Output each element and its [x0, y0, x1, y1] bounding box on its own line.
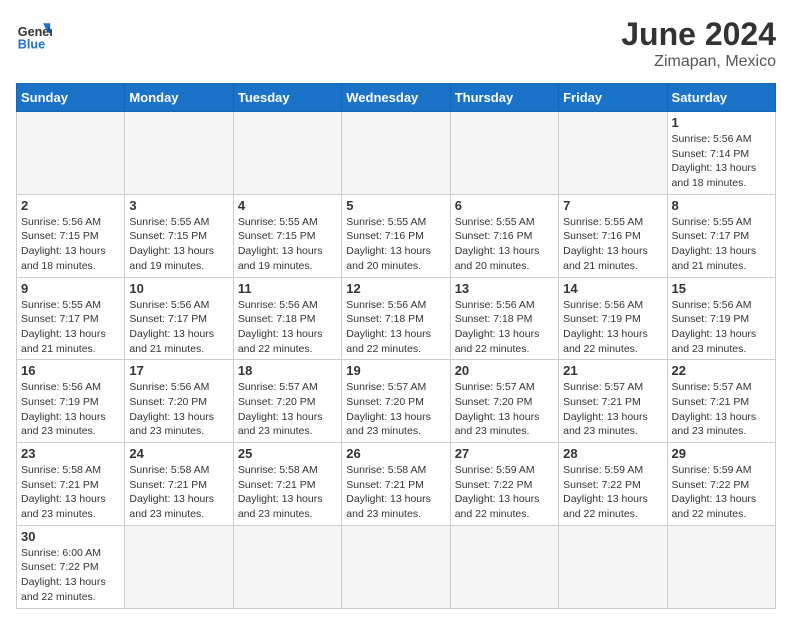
day-15: 15 Sunrise: 5:56 AMSunset: 7:19 PMDaylig… [667, 277, 775, 360]
empty-cell [125, 525, 233, 608]
header-monday: Monday [125, 84, 233, 112]
day-26: 26 Sunrise: 5:58 AMSunset: 7:21 PMDaylig… [342, 443, 450, 526]
empty-cell [342, 112, 450, 195]
day-8: 8 Sunrise: 5:55 AMSunset: 7:17 PMDayligh… [667, 194, 775, 277]
week-row-5: 23 Sunrise: 5:58 AMSunset: 7:21 PMDaylig… [17, 443, 776, 526]
day-25: 25 Sunrise: 5:58 AMSunset: 7:21 PMDaylig… [233, 443, 341, 526]
day-24: 24 Sunrise: 5:58 AMSunset: 7:21 PMDaylig… [125, 443, 233, 526]
week-row-2: 2 Sunrise: 5:56 AMSunset: 7:15 PMDayligh… [17, 194, 776, 277]
logo-icon: General Blue [16, 16, 52, 52]
day-28: 28 Sunrise: 5:59 AMSunset: 7:22 PMDaylig… [559, 443, 667, 526]
day-12: 12 Sunrise: 5:56 AMSunset: 7:18 PMDaylig… [342, 277, 450, 360]
empty-cell [559, 112, 667, 195]
header-tuesday: Tuesday [233, 84, 341, 112]
calendar-month-year: June 2024 [621, 16, 776, 53]
logo: General Blue [16, 16, 52, 52]
empty-cell [450, 112, 558, 195]
day-21: 21 Sunrise: 5:57 AMSunset: 7:21 PMDaylig… [559, 360, 667, 443]
day-2: 2 Sunrise: 5:56 AMSunset: 7:15 PMDayligh… [17, 194, 125, 277]
header-sunday: Sunday [17, 84, 125, 112]
day-14: 14 Sunrise: 5:56 AMSunset: 7:19 PMDaylig… [559, 277, 667, 360]
day-13: 13 Sunrise: 5:56 AMSunset: 7:18 PMDaylig… [450, 277, 558, 360]
empty-cell [233, 112, 341, 195]
calendar-title-area: June 2024 Zimapan, Mexico [621, 16, 776, 71]
empty-cell [342, 525, 450, 608]
day-17: 17 Sunrise: 5:56 AMSunset: 7:20 PMDaylig… [125, 360, 233, 443]
svg-text:Blue: Blue [18, 37, 45, 51]
day-18: 18 Sunrise: 5:57 AMSunset: 7:20 PMDaylig… [233, 360, 341, 443]
day-20: 20 Sunrise: 5:57 AMSunset: 7:20 PMDaylig… [450, 360, 558, 443]
day-6: 6 Sunrise: 5:55 AMSunset: 7:16 PMDayligh… [450, 194, 558, 277]
header-saturday: Saturday [667, 84, 775, 112]
calendar-table: Sunday Monday Tuesday Wednesday Thursday… [16, 83, 776, 609]
day-19: 19 Sunrise: 5:57 AMSunset: 7:20 PMDaylig… [342, 360, 450, 443]
calendar-location: Zimapan, Mexico [621, 53, 776, 71]
day-4: 4 Sunrise: 5:55 AMSunset: 7:15 PMDayligh… [233, 194, 341, 277]
day-22: 22 Sunrise: 5:57 AMSunset: 7:21 PMDaylig… [667, 360, 775, 443]
week-row-3: 9 Sunrise: 5:55 AMSunset: 7:17 PMDayligh… [17, 277, 776, 360]
empty-cell [667, 525, 775, 608]
week-row-4: 16 Sunrise: 5:56 AMSunset: 7:19 PMDaylig… [17, 360, 776, 443]
header-friday: Friday [559, 84, 667, 112]
week-row-6: 30 Sunrise: 6:00 AMSunset: 7:22 PMDaylig… [17, 525, 776, 608]
day-11: 11 Sunrise: 5:56 AMSunset: 7:18 PMDaylig… [233, 277, 341, 360]
day-30: 30 Sunrise: 6:00 AMSunset: 7:22 PMDaylig… [17, 525, 125, 608]
day-7: 7 Sunrise: 5:55 AMSunset: 7:16 PMDayligh… [559, 194, 667, 277]
header-wednesday: Wednesday [342, 84, 450, 112]
week-row-1: 1 Sunrise: 5:56 AMSunset: 7:14 PMDayligh… [17, 112, 776, 195]
empty-cell [559, 525, 667, 608]
weekday-header-row: Sunday Monday Tuesday Wednesday Thursday… [17, 84, 776, 112]
empty-cell [233, 525, 341, 608]
day-16: 16 Sunrise: 5:56 AMSunset: 7:19 PMDaylig… [17, 360, 125, 443]
day-9: 9 Sunrise: 5:55 AMSunset: 7:17 PMDayligh… [17, 277, 125, 360]
day-27: 27 Sunrise: 5:59 AMSunset: 7:22 PMDaylig… [450, 443, 558, 526]
day-23: 23 Sunrise: 5:58 AMSunset: 7:21 PMDaylig… [17, 443, 125, 526]
page-header: General Blue June 2024 Zimapan, Mexico [16, 16, 776, 71]
day-1: 1 Sunrise: 5:56 AMSunset: 7:14 PMDayligh… [667, 112, 775, 195]
day-5: 5 Sunrise: 5:55 AMSunset: 7:16 PMDayligh… [342, 194, 450, 277]
empty-cell [450, 525, 558, 608]
empty-cell [125, 112, 233, 195]
header-thursday: Thursday [450, 84, 558, 112]
day-3: 3 Sunrise: 5:55 AMSunset: 7:15 PMDayligh… [125, 194, 233, 277]
day-10: 10 Sunrise: 5:56 AMSunset: 7:17 PMDaylig… [125, 277, 233, 360]
day-29: 29 Sunrise: 5:59 AMSunset: 7:22 PMDaylig… [667, 443, 775, 526]
empty-cell [17, 112, 125, 195]
